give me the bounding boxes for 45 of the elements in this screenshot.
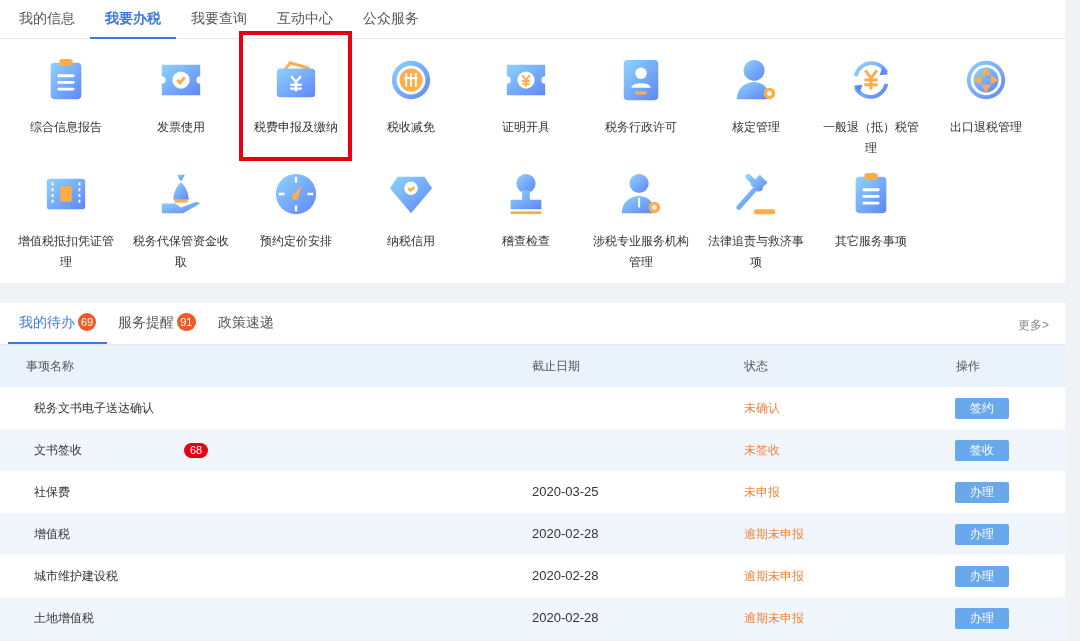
- nav-tab[interactable]: 公众服务: [348, 0, 434, 39]
- status-text: 未确认: [744, 401, 780, 415]
- service-item[interactable]: 增值税抵扣凭证管理: [8, 165, 123, 275]
- service-item[interactable]: 其它服务事项: [813, 165, 928, 275]
- item-name: 文书签收: [34, 442, 83, 459]
- service-item[interactable]: 涉税专业服务机构管理: [583, 165, 698, 275]
- status-text: 逾期未申报: [744, 527, 804, 541]
- more-link[interactable]: 更多>: [1018, 316, 1049, 334]
- nav-tab[interactable]: 我要办税: [90, 0, 176, 39]
- column-header: 截止日期: [532, 358, 581, 375]
- count-badge: 91: [177, 313, 196, 331]
- column-header: 操作: [955, 358, 981, 375]
- item-name: 增值税: [34, 526, 71, 543]
- count-badge: 69: [78, 313, 97, 331]
- item-name: 税务文书电子送达确认: [34, 400, 155, 417]
- todo-tab[interactable]: 政策速递: [206, 302, 285, 344]
- service-item[interactable]: 税收减免: [353, 51, 468, 161]
- deadline-date: 2020-03-25: [532, 484, 599, 500]
- deadline-date: 2020-02-28: [532, 568, 599, 584]
- service-item[interactable]: 出口退税管理: [928, 51, 1043, 161]
- deadline-date: 2020-02-28: [532, 610, 599, 626]
- todo-tab[interactable]: 服务提醒 91: [107, 302, 207, 344]
- service-item[interactable]: 证明开具: [468, 51, 583, 161]
- column-header: 状态: [744, 358, 769, 375]
- item-name: 土地增值税: [34, 610, 95, 627]
- status-text: 逾期未申报: [744, 569, 804, 583]
- service-item[interactable]: 稽查检查: [468, 165, 583, 275]
- service-item[interactable]: 税务行政许可: [583, 51, 698, 161]
- service-item[interactable]: 核定管理: [698, 51, 813, 161]
- status-text: 逾期未申报: [744, 611, 804, 625]
- service-item[interactable]: 法律追责与救济事项: [698, 165, 813, 275]
- item-name: 城市维护建设税: [34, 568, 119, 585]
- service-item[interactable]: 税务代保管资金收取: [123, 165, 238, 275]
- nav-tab[interactable]: 我的信息: [4, 0, 90, 39]
- count-badge: 68: [184, 442, 208, 458]
- status-text: 未申报: [744, 485, 780, 499]
- service-item[interactable]: 一般退（抵）税管理: [813, 51, 928, 161]
- column-header: 事项名称: [25, 358, 75, 375]
- service-item[interactable]: 纳税信用: [353, 165, 468, 275]
- item-name: 社保费: [34, 484, 71, 501]
- status-text: 未签收: [744, 443, 780, 457]
- service-item[interactable]: 综合信息报告: [8, 51, 123, 161]
- service-item[interactable]: 预约定价安排: [238, 165, 353, 275]
- service-item[interactable]: 发票使用: [123, 51, 238, 161]
- deadline-date: 2020-02-28: [532, 526, 599, 542]
